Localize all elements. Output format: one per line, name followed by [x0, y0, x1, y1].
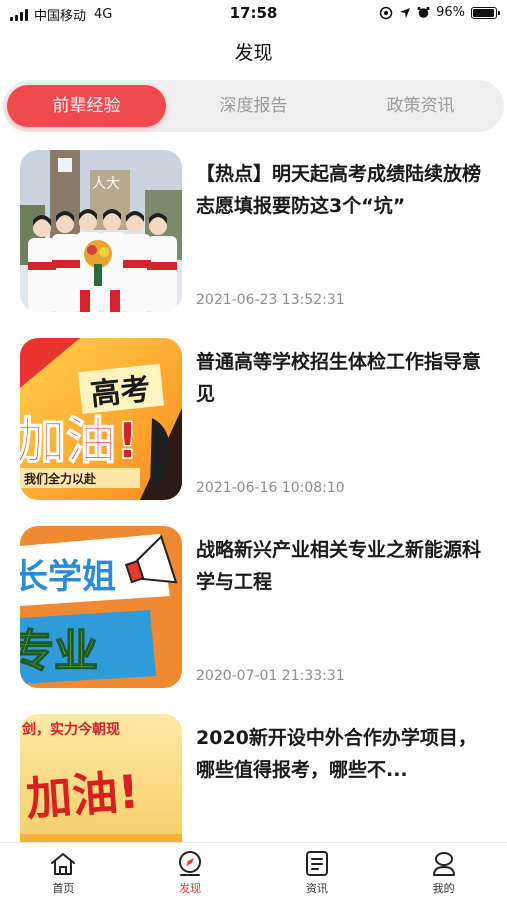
tabbar-discover[interactable]: 发现	[127, 843, 254, 900]
status-bar: 中国移动 4G 17:58 96%	[0, 0, 507, 28]
article-title: 普通高等学校招生体检工作指导意见	[196, 351, 482, 405]
thumb-text: 剑，实力今朝现	[21, 721, 120, 738]
profile-icon	[432, 852, 455, 876]
tabbar-news[interactable]: 资讯	[254, 843, 381, 900]
thumb-text: 高考	[89, 372, 152, 413]
tab-experience[interactable]: 前辈经验	[7, 85, 166, 127]
tabbar-label: 我的	[432, 882, 455, 895]
alarm-icon	[417, 6, 430, 18]
category-tabs: 前辈经验 深度报告 政策资讯	[3, 80, 504, 132]
list-item[interactable]: 高考 加油! 我们全力以赴 普通高等学校招生体检工作指导意见 2021-06-1…	[0, 338, 507, 526]
page-title: 发现	[234, 42, 273, 64]
tabbar-profile[interactable]: 我的	[380, 843, 507, 900]
location-icon	[400, 7, 411, 18]
thumb-text: 加油!	[24, 764, 140, 826]
tab-reports[interactable]: 深度报告	[174, 85, 333, 127]
tabbar-label: 资讯	[305, 882, 328, 895]
thumb-text: 加油!	[20, 412, 139, 470]
thumb-text: 专业	[20, 626, 98, 677]
article-thumbnail: 高考 加油! 我们全力以赴	[20, 338, 182, 500]
tabbar-home[interactable]: 首页	[0, 843, 127, 900]
article-date: 2020-07-01 21:33:31	[196, 668, 345, 684]
list-item[interactable]: 人大 【热点】明天起高考成绩陆续放榜 志愿填报要防这3个“坑” 2021-06-…	[0, 150, 507, 338]
news-icon	[305, 851, 328, 876]
article-thumbnail: 长学姐 专业	[20, 526, 182, 688]
home-icon	[51, 853, 76, 875]
list-item[interactable]: 长学姐 专业 战略新兴产业相关专业之新能源科学与工程 2020-07-01 21…	[0, 526, 507, 714]
screen-lock-icon	[379, 6, 393, 19]
tabbar-label: 首页	[52, 882, 75, 895]
bottom-tab-bar: 首页 发现 资讯 我的	[0, 842, 507, 900]
article-title: 【热点】明天起高考成绩陆续放榜 志愿填报要防这3个“坑”	[196, 163, 482, 217]
status-right: 96%	[379, 5, 500, 20]
tab-policy[interactable]: 政策资讯	[341, 85, 500, 127]
article-date: 2021-06-16 10:08:10	[196, 480, 345, 496]
tabbar-label: 发现	[179, 882, 202, 895]
battery-percent: 96%	[436, 5, 465, 20]
article-list: 人大 【热点】明天起高考成绩陆续放榜 志愿填报要防这3个“坑” 2021-06-…	[0, 150, 507, 900]
article-title: 2020新开设中外合作办学项目，哪些值得报考，哪些不...	[196, 727, 477, 781]
thumb-text: 我们全力以赴	[24, 471, 97, 486]
battery-icon	[471, 6, 500, 19]
svg-text:人大: 人大	[92, 176, 120, 192]
article-thumbnail: 人大	[20, 150, 182, 312]
article-date: 2021-06-23 13:52:31	[196, 292, 345, 308]
thumb-text: 长学姐	[20, 557, 116, 597]
discover-icon	[179, 851, 202, 876]
article-title: 战略新兴产业相关专业之新能源科学与工程	[196, 539, 482, 593]
